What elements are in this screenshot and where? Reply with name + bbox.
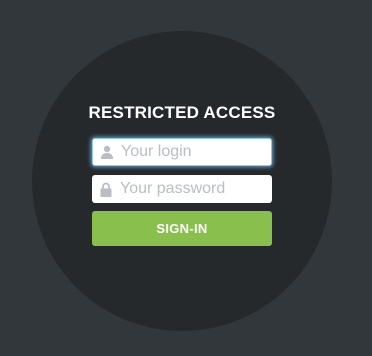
login-input[interactable] [121, 143, 261, 161]
page-title: RESTRICTED ACCESS [88, 103, 276, 122]
lock-icon [98, 181, 114, 197]
password-input[interactable] [120, 180, 260, 198]
login-field[interactable] [92, 138, 272, 166]
sign-in-button[interactable]: SIGN-IN [92, 211, 272, 246]
password-field[interactable] [92, 175, 272, 203]
user-icon [99, 144, 115, 160]
